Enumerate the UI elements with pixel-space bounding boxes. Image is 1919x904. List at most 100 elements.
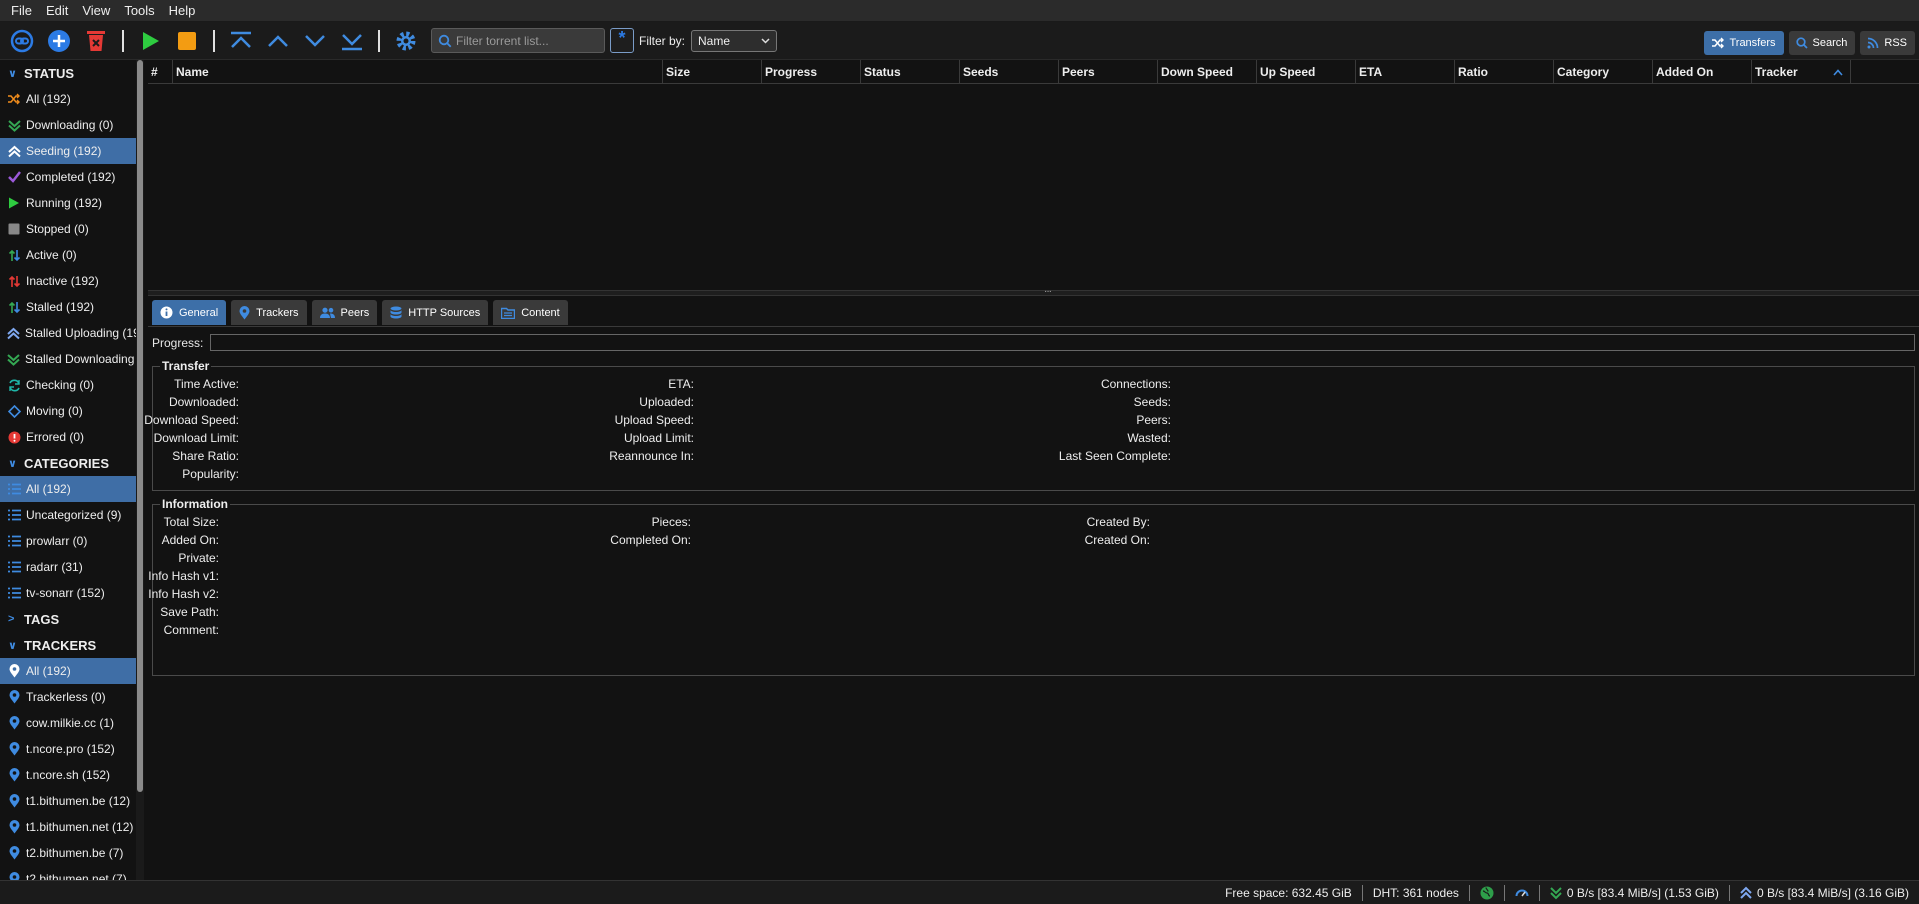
tab-http-sources[interactable]: HTTP Sources bbox=[382, 300, 489, 325]
status-filter-stalled-uploading[interactable]: Stalled Uploading (192) bbox=[0, 320, 136, 346]
move-bottom-button[interactable] bbox=[338, 27, 366, 55]
menu-file[interactable]: File bbox=[4, 0, 39, 22]
tracker-filter-t-ncore-sh[interactable]: t.ncore.sh (152) bbox=[0, 762, 136, 788]
resume-button[interactable] bbox=[136, 27, 164, 55]
list-icon bbox=[7, 483, 21, 495]
trackers-section-header[interactable]: ∨ TRACKERS bbox=[0, 632, 136, 658]
column-header-down-speed[interactable]: Down Speed bbox=[1158, 59, 1257, 84]
add-torrent-link-button[interactable] bbox=[8, 27, 36, 55]
category-filter-label: Uncategorized (9) bbox=[26, 508, 122, 522]
status-filter-stalled-downloading[interactable]: Stalled Downloading (0) bbox=[0, 346, 136, 372]
add-torrent-file-button[interactable] bbox=[45, 27, 73, 55]
stop-icon bbox=[178, 31, 196, 50]
status-filter-seeding[interactable]: Seeding (192) bbox=[0, 138, 136, 164]
transfers-view-button[interactable]: Transfers bbox=[1704, 31, 1784, 55]
tracker-filter-cow-milkie-cc[interactable]: cow.milkie.cc (1) bbox=[0, 710, 136, 736]
tracker-filter-label: t.ncore.sh (152) bbox=[26, 768, 111, 782]
status-filter-stalled[interactable]: Stalled (192) bbox=[0, 294, 136, 320]
field-label-comment: Comment: bbox=[163, 623, 219, 637]
category-filter-prowlarr[interactable]: prowlarr (0) bbox=[0, 528, 136, 554]
regex-toggle-button[interactable]: * bbox=[610, 28, 634, 53]
tracker-filter-t2-bithumen-be[interactable]: t2.bithumen.be (7) bbox=[0, 840, 136, 866]
tab-peers[interactable]: Peers bbox=[311, 300, 378, 325]
field-label-pieces: Pieces: bbox=[651, 515, 691, 529]
tracker-filter-t2-bithumen-net[interactable]: t2.bithumen.net (7) bbox=[0, 866, 136, 880]
column-header-name[interactable]: Name bbox=[173, 59, 663, 84]
free-space: Free space: 632.45 GiB bbox=[1225, 885, 1352, 900]
torrent-list[interactable] bbox=[148, 84, 1919, 290]
column-header-status[interactable]: Status bbox=[861, 59, 960, 84]
sidebar-scrollbar-thumb[interactable] bbox=[137, 60, 143, 792]
filter-by-select[interactable]: Name bbox=[691, 29, 778, 52]
status-filter-downloading[interactable]: Downloading (0) bbox=[0, 112, 136, 138]
status-filter-all[interactable]: All (192) bbox=[0, 86, 136, 112]
category-filter-uncategorized[interactable]: Uncategorized (9) bbox=[0, 502, 136, 528]
map-pin-icon bbox=[9, 690, 19, 704]
status-filter-label: Running (192) bbox=[26, 196, 103, 210]
delete-torrent-button[interactable] bbox=[82, 27, 110, 55]
tab-trackers[interactable]: Trackers bbox=[231, 300, 307, 325]
column-header-number[interactable]: # bbox=[148, 59, 173, 84]
category-filter-radarr[interactable]: radarr (31) bbox=[0, 554, 136, 580]
column-header-up-speed[interactable]: Up Speed bbox=[1257, 59, 1356, 84]
menu-edit[interactable]: Edit bbox=[39, 0, 75, 22]
toolbar: * Filter by: Name Transfers Search RSS bbox=[0, 22, 1919, 60]
category-filter-tv-sonarr[interactable]: tv-sonarr (152) bbox=[0, 580, 136, 606]
status-filter-errored[interactable]: Errored (0) bbox=[0, 424, 136, 450]
status-filter-checking[interactable]: Checking (0) bbox=[0, 372, 136, 398]
column-header-eta[interactable]: ETA bbox=[1356, 59, 1455, 84]
pause-button[interactable] bbox=[173, 27, 201, 55]
status-filter-completed[interactable]: Completed (192) bbox=[0, 164, 136, 190]
column-header-progress[interactable]: Progress bbox=[762, 59, 861, 84]
column-header-ratio[interactable]: Ratio bbox=[1455, 59, 1554, 84]
search-view-label: Search bbox=[1812, 37, 1848, 49]
transfers-view-label: Transfers bbox=[1729, 37, 1776, 49]
move-up-button[interactable] bbox=[264, 27, 292, 55]
tab-general[interactable]: General bbox=[152, 300, 227, 325]
filter-torrent-input[interactable] bbox=[452, 33, 602, 48]
tracker-filter-all[interactable]: All (192) bbox=[0, 658, 136, 684]
menu-help[interactable]: Help bbox=[162, 0, 203, 22]
map-pin-icon bbox=[9, 820, 19, 834]
tracker-filter-t-ncore-pro[interactable]: t.ncore.pro (152) bbox=[0, 736, 136, 762]
move-top-button[interactable] bbox=[227, 27, 255, 55]
column-header-seeds[interactable]: Seeds bbox=[960, 59, 1059, 84]
tracker-filter-t1-bithumen-be[interactable]: t1.bithumen.be (12) bbox=[0, 788, 136, 814]
tab-content[interactable]: Content bbox=[493, 300, 568, 325]
tracker-filter-t1-bithumen-net[interactable]: t1.bithumen.net (12) bbox=[0, 814, 136, 840]
status-filter-stopped[interactable]: Stopped (0) bbox=[0, 216, 136, 242]
move-down-button[interactable] bbox=[301, 27, 329, 55]
download-speed[interactable]: 0 B/s [83.4 MiB/s] (1.53 GiB) bbox=[1540, 884, 1729, 902]
options-button[interactable] bbox=[392, 27, 420, 55]
column-header-tracker[interactable]: Tracker bbox=[1752, 59, 1851, 84]
column-header-category[interactable]: Category bbox=[1554, 59, 1653, 84]
tracker-filter-trackerless[interactable]: Trackerless (0) bbox=[0, 684, 136, 710]
rss-icon bbox=[1867, 37, 1879, 49]
speed-limit-toggle[interactable] bbox=[1505, 884, 1539, 902]
status-filter-active[interactable]: Active (0) bbox=[0, 242, 136, 268]
menu-view[interactable]: View bbox=[75, 0, 117, 22]
tags-section-header[interactable]: > TAGS bbox=[0, 606, 136, 632]
column-header-size[interactable]: Size bbox=[663, 59, 762, 84]
info-icon bbox=[160, 306, 173, 319]
connection-status[interactable] bbox=[1470, 884, 1504, 902]
progress-row: Progress: bbox=[148, 327, 1919, 353]
column-header-peers[interactable]: Peers bbox=[1059, 59, 1158, 84]
search-view-button[interactable]: Search bbox=[1788, 31, 1856, 55]
rss-view-button[interactable]: RSS bbox=[1860, 31, 1915, 55]
categories-section-header[interactable]: ∨ CATEGORIES bbox=[0, 450, 136, 476]
menu-tools[interactable]: Tools bbox=[117, 0, 161, 22]
category-filter-label: radarr (31) bbox=[26, 560, 83, 574]
status-filter-moving[interactable]: Moving (0) bbox=[0, 398, 136, 424]
upload-speed[interactable]: 0 B/s [83.4 MiB/s] (3.16 GiB) bbox=[1730, 884, 1919, 902]
column-header-added-on[interactable]: Added On bbox=[1653, 59, 1752, 84]
sidebar-scrollbar[interactable] bbox=[136, 60, 144, 880]
chevron-down-icon bbox=[305, 34, 325, 47]
status-filter-inactive[interactable]: Inactive (192) bbox=[0, 268, 136, 294]
list-icon bbox=[7, 561, 21, 573]
field-label-added-on: Added On: bbox=[161, 533, 219, 547]
category-filter-all[interactable]: All (192) bbox=[0, 476, 136, 502]
panel-splitter[interactable]: ··· bbox=[148, 286, 1919, 297]
status-section-header[interactable]: ∨ STATUS bbox=[0, 60, 136, 86]
status-filter-running[interactable]: Running (192) bbox=[0, 190, 136, 216]
